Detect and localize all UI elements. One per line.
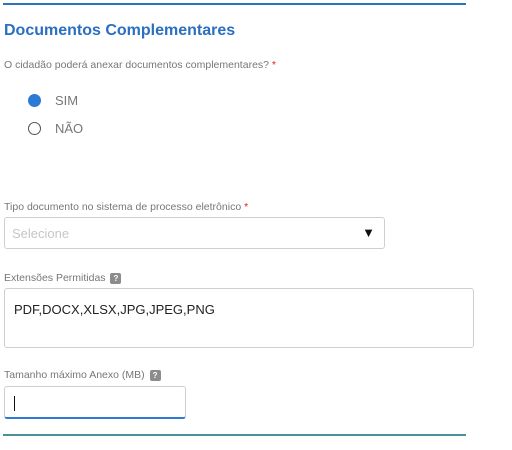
radio-option-nao-label: NÃO: [55, 121, 84, 136]
extensoes-field[interactable]: PDF,DOCX,XLSX,JPG,JPEG,PNG: [4, 288, 474, 348]
required-mark: *: [244, 201, 249, 213]
radio-option-nao[interactable]: NÃO: [28, 121, 83, 136]
tamanho-input[interactable]: [4, 386, 186, 419]
attach-question-label: O cidadão poderá anexar documentos compl…: [4, 59, 276, 71]
required-mark: *: [271, 59, 277, 71]
extensoes-text: Extensões Permitidas: [4, 272, 106, 284]
tipo-documento-label: Tipo documento no sistema de processo el…: [4, 201, 248, 213]
extensoes-label: Extensões Permitidas ?: [4, 272, 122, 284]
attach-question-text: O cidadão poderá anexar documentos compl…: [4, 59, 269, 71]
radio-unselected-icon[interactable]: [28, 122, 41, 135]
select-placeholder: Selecione: [12, 226, 70, 241]
help-icon[interactable]: ?: [110, 272, 122, 284]
tipo-documento-text: Tipo documento no sistema de processo el…: [4, 201, 242, 213]
radio-option-sim[interactable]: SIM: [28, 93, 78, 108]
radio-option-sim-label: SIM: [55, 93, 79, 108]
radio-selected-icon[interactable]: [28, 94, 41, 107]
top-divider: [3, 3, 466, 5]
section-title: Documentos Complementares: [4, 22, 236, 39]
tipo-documento-select[interactable]: Selecione ▼: [4, 217, 385, 249]
help-icon[interactable]: ?: [149, 369, 161, 381]
text-caret: [14, 396, 15, 411]
extensoes-value: PDF,DOCX,XLSX,JPG,JPEG,PNG: [14, 302, 215, 317]
tamanho-text: Tamanho máximo Anexo (MB): [4, 369, 145, 381]
tamanho-label: Tamanho máximo Anexo (MB) ?: [4, 369, 161, 381]
bottom-divider: [3, 434, 466, 436]
dropdown-arrow-icon[interactable]: ▼: [362, 225, 375, 240]
